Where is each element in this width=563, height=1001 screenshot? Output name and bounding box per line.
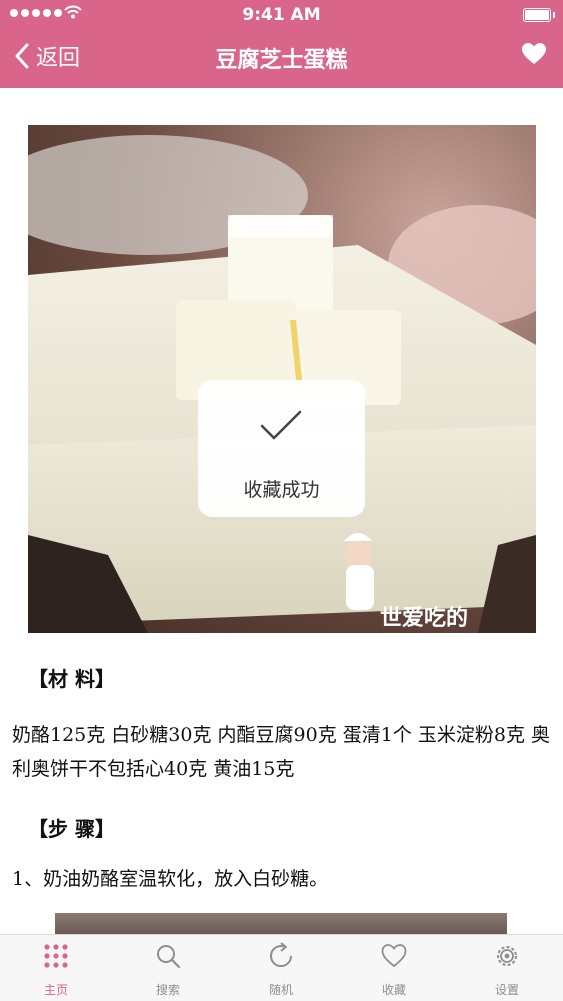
tab-settings-label: 设置: [494, 983, 519, 997]
back-label: 返回: [36, 46, 81, 71]
back-button[interactable]: 返回: [14, 40, 80, 72]
battery-icon: [523, 8, 555, 22]
tab-favorites[interactable]: 收藏: [338, 935, 450, 1001]
search-icon: [157, 945, 181, 969]
steps-heading: 【步 骤】: [28, 817, 115, 841]
favorite-button[interactable]: [521, 42, 547, 70]
cheesecake-illustration: 世爱吃的: [28, 135, 536, 633]
checkmark-icon: [260, 410, 302, 440]
ingredients-heading: 【材 料】: [28, 667, 115, 691]
tab-search-label: 搜索: [155, 983, 180, 997]
step-1-text: 1、奶油奶酪室温软化，放入白砂糖。: [12, 868, 329, 890]
chevron-left-icon: [15, 43, 29, 69]
page-title: 豆腐芝士蛋糕: [215, 48, 348, 73]
recipe-photo: 世爱吃的: [28, 125, 536, 633]
tab-random-label: 随机: [268, 983, 293, 997]
heart-icon: [522, 43, 546, 64]
tab-search[interactable]: 搜索: [112, 935, 224, 1001]
status-time: 9:41 AM: [242, 5, 321, 25]
tab-random[interactable]: 随机: [225, 935, 337, 1001]
status-bar: 9:41 AM: [0, 0, 563, 30]
toast-message: 收藏成功: [243, 479, 320, 501]
favorite-success-toast: 收藏成功: [198, 380, 365, 517]
tab-settings[interactable]: 设置: [451, 935, 563, 1001]
tab-home-label: 主页: [43, 983, 68, 997]
heart-outline-icon: [381, 944, 407, 968]
ingredients-text: 奶酪125克 白砂糖30克 内酯豆腐90克 蛋清1个 玉米淀粉8克 奥利奥饼干不…: [12, 724, 550, 780]
tab-home[interactable]: 主页: [0, 935, 112, 1001]
top-bar: 9:41 AM 返回 豆腐芝士蛋糕: [0, 0, 563, 88]
photo-watermark: 世爱吃的: [380, 605, 468, 631]
grid-dots-icon: [44, 944, 68, 968]
gear-icon: [497, 946, 517, 966]
tab-bar: 主页 搜索 随机 收藏 设置: [0, 934, 563, 1001]
tab-favorites-label: 收藏: [381, 983, 406, 997]
refresh-icon: [270, 942, 293, 968]
